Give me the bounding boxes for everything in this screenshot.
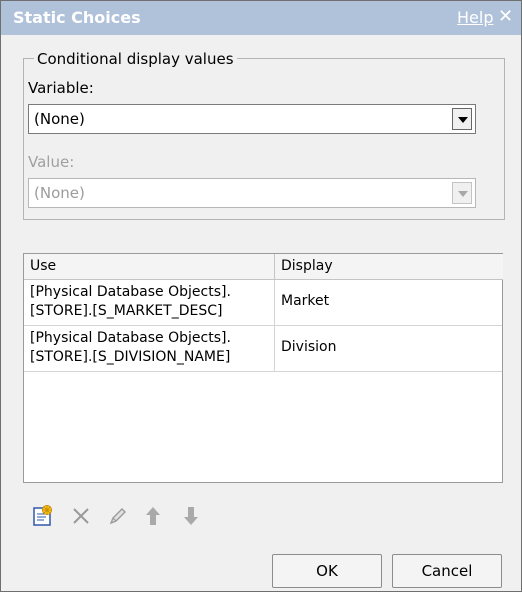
use-cell: [Physical Database Objects]. [STORE].[S_… [30,283,275,321]
static-choices-dialog: Static Choices Help ✕ Conditional displa… [0,0,522,592]
variable-select[interactable]: (None) [28,104,476,134]
help-link[interactable]: Help [457,8,493,27]
column-header-display-label: Display [281,258,333,274]
title-bar: Static Choices Help ✕ [1,1,521,35]
use-cell-line: [Physical Database Objects]. [30,330,231,346]
cancel-button[interactable]: Cancel [392,554,502,588]
dialog-title: Static Choices [13,8,141,27]
move-down-icon[interactable] [179,504,203,528]
column-header-use-label: Use [30,258,57,274]
use-cell-line: [Physical Database Objects]. [30,284,231,300]
value-select-value: (None) [34,184,85,202]
delete-icon[interactable] [69,504,93,528]
variable-select-value: (None) [34,110,85,128]
chevron-down-icon[interactable] [452,182,472,204]
close-icon[interactable]: ✕ [498,6,513,27]
edit-icon[interactable] [105,504,129,528]
column-header-display[interactable]: Display [274,254,503,280]
use-cell-line: [STORE].[S_DIVISION_NAME] [30,349,231,365]
table-row[interactable]: [Physical Database Objects]. [STORE].[S_… [24,280,502,326]
new-item-icon[interactable] [31,504,55,528]
table-row[interactable]: [Physical Database Objects]. [STORE].[S_… [24,326,502,372]
display-cell-text: Division [281,339,337,355]
conditional-display-legend: Conditional display values [34,50,237,68]
ok-button[interactable]: OK [272,554,382,588]
column-header-use[interactable]: Use [24,254,274,280]
chevron-down-icon[interactable] [452,108,472,130]
display-cell-text: Market [281,293,330,309]
use-cell-line: [STORE].[S_MARKET_DESC] [30,303,223,319]
variable-label: Variable: [28,79,94,97]
use-cell: [Physical Database Objects]. [STORE].[S_… [30,329,275,367]
display-cell: Division [274,326,336,371]
value-label: Value: [28,153,75,171]
move-up-icon[interactable] [141,504,165,528]
choices-table: Use Display [Physical Database Objects].… [23,253,503,483]
value-select[interactable]: (None) [28,178,476,208]
display-cell: Market [274,280,329,325]
